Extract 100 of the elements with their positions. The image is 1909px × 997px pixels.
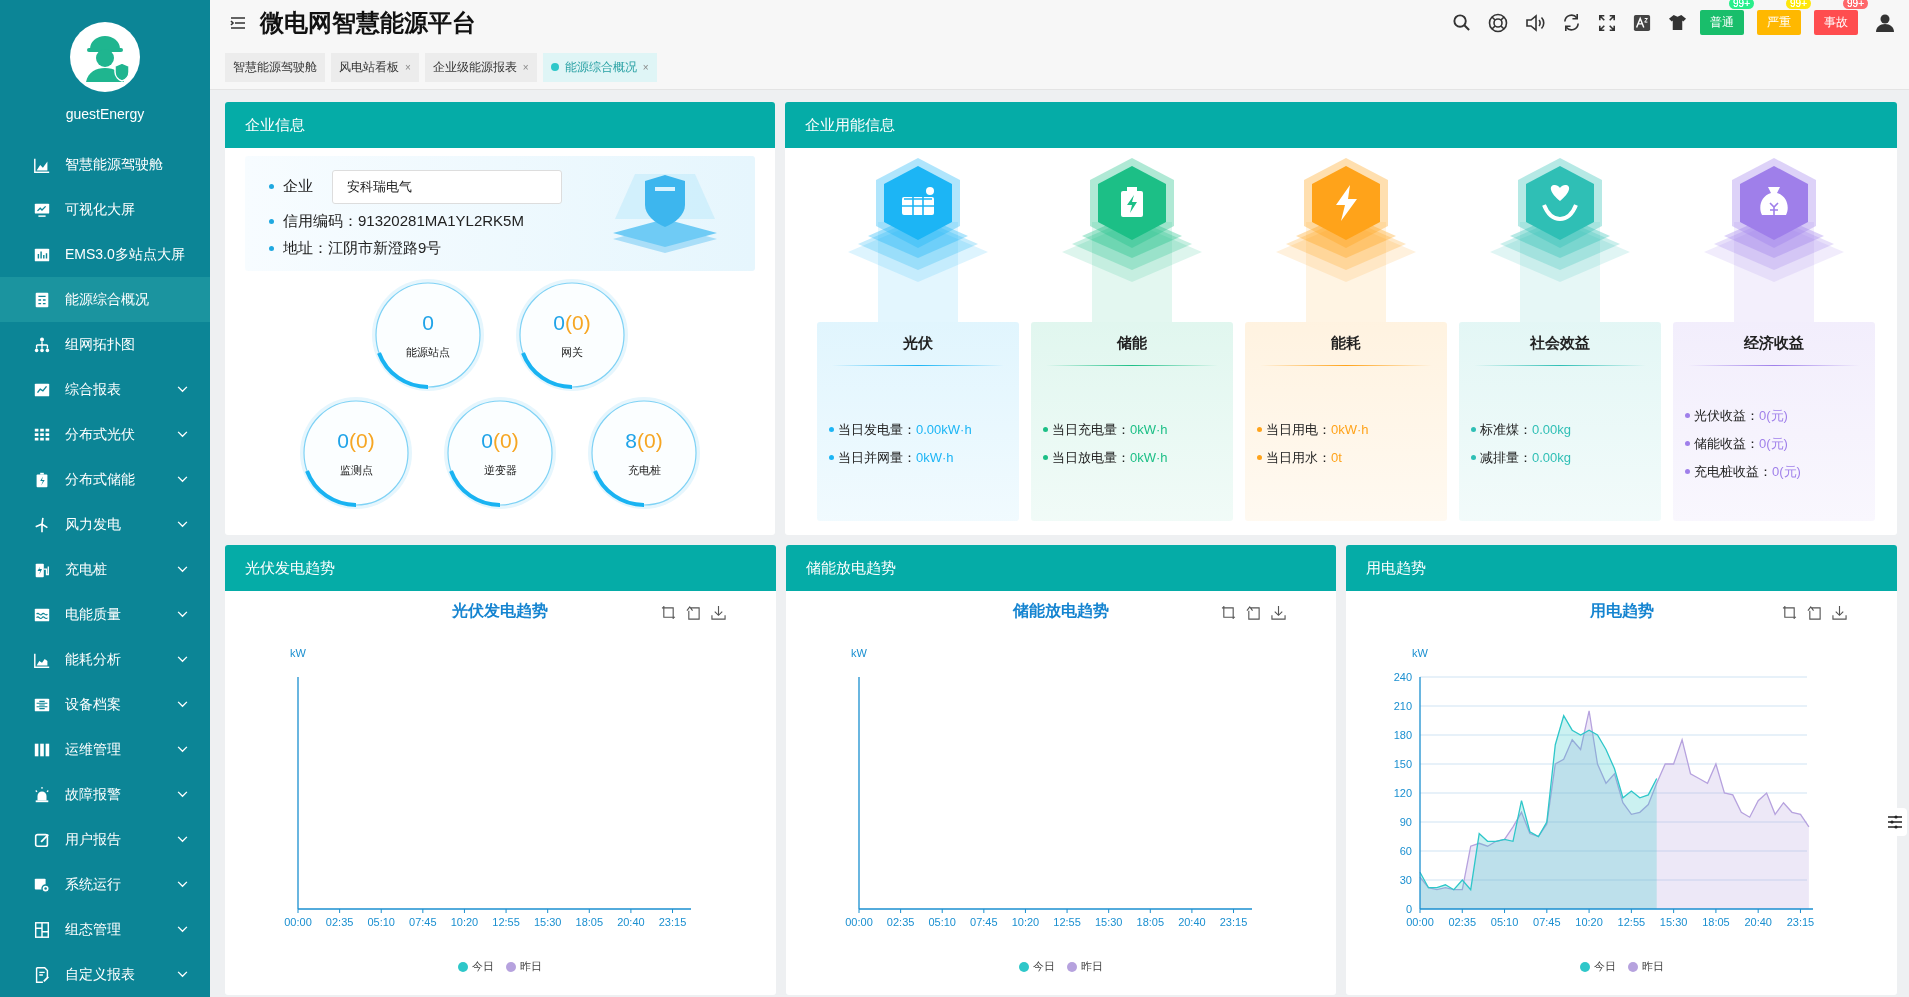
close-button[interactable]: × <box>642 61 649 73</box>
card-title: 经济收益 <box>1744 334 1804 353</box>
chevron-down-icon <box>177 386 188 393</box>
undo-icon[interactable] <box>1246 605 1262 620</box>
crop-icon[interactable] <box>660 605 676 620</box>
chart-title: 用电趋势 <box>1589 601 1654 621</box>
field-label: 企业 <box>283 177 313 196</box>
legend-label[interactable]: 今日 <box>472 959 495 974</box>
axis-label: 02:35 <box>1448 916 1476 928</box>
bullet-icon <box>1257 427 1262 432</box>
sidebar-item[interactable]: 综合报表 <box>0 367 210 412</box>
axis-label: 10:20 <box>1575 916 1603 928</box>
stat-text: 当日用电：0kW·h <box>1266 420 1369 439</box>
legend-label[interactable]: 昨日 <box>1641 959 1664 974</box>
axis-unit: kW <box>851 647 867 659</box>
alert-count: 99+ <box>1843 0 1868 9</box>
document-edit-icon <box>33 965 51 984</box>
volume-icon[interactable] <box>1525 12 1545 33</box>
sidebar-item[interactable]: 自定义报表 <box>0 952 210 997</box>
sidebar-item[interactable]: 能耗分析 <box>0 637 210 682</box>
axis-label: 10:20 <box>451 916 479 928</box>
sidebar-item[interactable]: 设备档案 <box>0 682 210 727</box>
sidebar-item[interactable]: 充电桩 <box>0 547 210 592</box>
axis-label: 30 <box>1399 874 1412 886</box>
axis-label: 15:30 <box>1659 916 1688 928</box>
download-icon[interactable] <box>710 605 726 620</box>
sidebar-item[interactable]: EMS3.0多站点大屏 <box>0 232 210 277</box>
alert-button[interactable]: 普通 <box>1700 10 1744 35</box>
card-title: 社会效益 <box>1530 334 1590 353</box>
legend-label[interactable]: 昨日 <box>1081 959 1103 974</box>
axis-label: 10:20 <box>1011 916 1040 928</box>
bullet-icon <box>1043 427 1048 432</box>
document-icon <box>33 290 51 309</box>
tab[interactable]: 能源综合概况 × <box>542 52 657 82</box>
tab[interactable]: 智慧能源驾驶舱 <box>225 52 325 82</box>
company-field[interactable]: 安科瑞电气 <box>332 169 562 204</box>
close-button[interactable]: × <box>522 61 529 73</box>
axis-label: 120 <box>1393 787 1412 799</box>
axis-label: 60 <box>1399 845 1412 857</box>
sidebar-item[interactable]: 用户报告 <box>0 817 210 862</box>
sidebar-item[interactable]: 分布式光伏 <box>0 412 210 457</box>
refresh-icon[interactable] <box>1562 13 1581 32</box>
fullscreen-icon[interactable] <box>1598 13 1616 32</box>
search-icon[interactable] <box>1452 13 1471 32</box>
crop-icon[interactable] <box>1221 605 1237 620</box>
legend-label[interactable]: 今日 <box>1593 959 1616 974</box>
panel-title: 储能放电趋势 <box>805 558 896 578</box>
chevron-down-icon <box>177 611 188 618</box>
shirt-icon[interactable] <box>1668 13 1687 32</box>
close-button[interactable]: × <box>405 61 411 73</box>
sidebar-item[interactable]: 分布式储能 <box>0 457 210 502</box>
axis-label: 02:35 <box>886 916 915 928</box>
bullet-icon <box>1685 469 1690 474</box>
panel-title: 用电趋势 <box>1366 558 1427 578</box>
chevron-down-icon <box>177 791 188 798</box>
gauge-value: 0(0) <box>337 428 375 453</box>
axis-label: 20:40 <box>1744 916 1772 928</box>
alert-count: 99+ <box>1729 0 1754 9</box>
bullet-icon <box>829 455 834 460</box>
active-dot-icon <box>550 63 559 71</box>
undo-icon[interactable] <box>1807 605 1822 620</box>
tab[interactable]: 风电站看板 × <box>331 52 419 82</box>
sidebar-item[interactable]: 风力发电 <box>0 502 210 547</box>
sidebar-item[interactable]: 可视化大屏 <box>0 187 210 232</box>
chevron-down-icon <box>177 836 188 843</box>
sidebar-item[interactable]: 运维管理 <box>0 727 210 772</box>
sidebar-item[interactable]: 能源综合概况 <box>0 277 210 322</box>
axis-label: 210 <box>1393 700 1412 712</box>
chart-title: 储能放电趋势 <box>1013 601 1109 621</box>
tab[interactable]: 企业级能源报表 × <box>424 52 537 82</box>
sidebar-item[interactable]: 系统运行 <box>0 862 210 907</box>
download-icon[interactable] <box>1832 605 1847 620</box>
sidebar-item[interactable]: 组态管理 <box>0 907 210 952</box>
axis-unit: kW <box>290 647 307 659</box>
download-icon[interactable] <box>1271 605 1287 620</box>
axis-label: 23:15 <box>1786 916 1814 928</box>
menu-icon[interactable] <box>230 15 246 30</box>
wind-turbine-icon <box>33 515 51 534</box>
gauge-label: 能源站点 <box>406 344 450 360</box>
alarm-light-icon <box>33 785 51 804</box>
legend-label[interactable]: 昨日 <box>520 959 543 974</box>
bullet-icon <box>269 245 274 251</box>
crop-icon[interactable] <box>1782 605 1797 620</box>
alert-button[interactable]: 事故 <box>1814 10 1858 35</box>
legend-label[interactable]: 今日 <box>1033 959 1055 974</box>
user-icon[interactable] <box>1875 12 1895 33</box>
sidebar-item[interactable]: 故障报警 <box>0 772 210 817</box>
info-text: 地址：江阴市新澄路9号 <box>283 238 442 258</box>
undo-icon[interactable] <box>685 605 701 620</box>
sidebar-item[interactable]: 智慧能源驾驶舱 <box>0 142 210 187</box>
font-size-icon[interactable] <box>1633 13 1651 32</box>
lifebuoy-icon[interactable] <box>1488 12 1508 33</box>
gauge-label: 监测点 <box>339 462 373 478</box>
axis-label: 12:55 <box>1617 916 1645 928</box>
sidebar-item[interactable]: 电能质量 <box>0 592 210 637</box>
card-title: 能耗 <box>1331 334 1361 353</box>
sidebar-item[interactable]: 组网拓扑图 <box>0 322 210 367</box>
panel-title: 光伏发电趋势 <box>245 558 335 578</box>
stat-text: 当日发电量：0.00kW·h <box>838 420 972 439</box>
stat-text: 当日放电量：0kW·h <box>1052 448 1168 467</box>
